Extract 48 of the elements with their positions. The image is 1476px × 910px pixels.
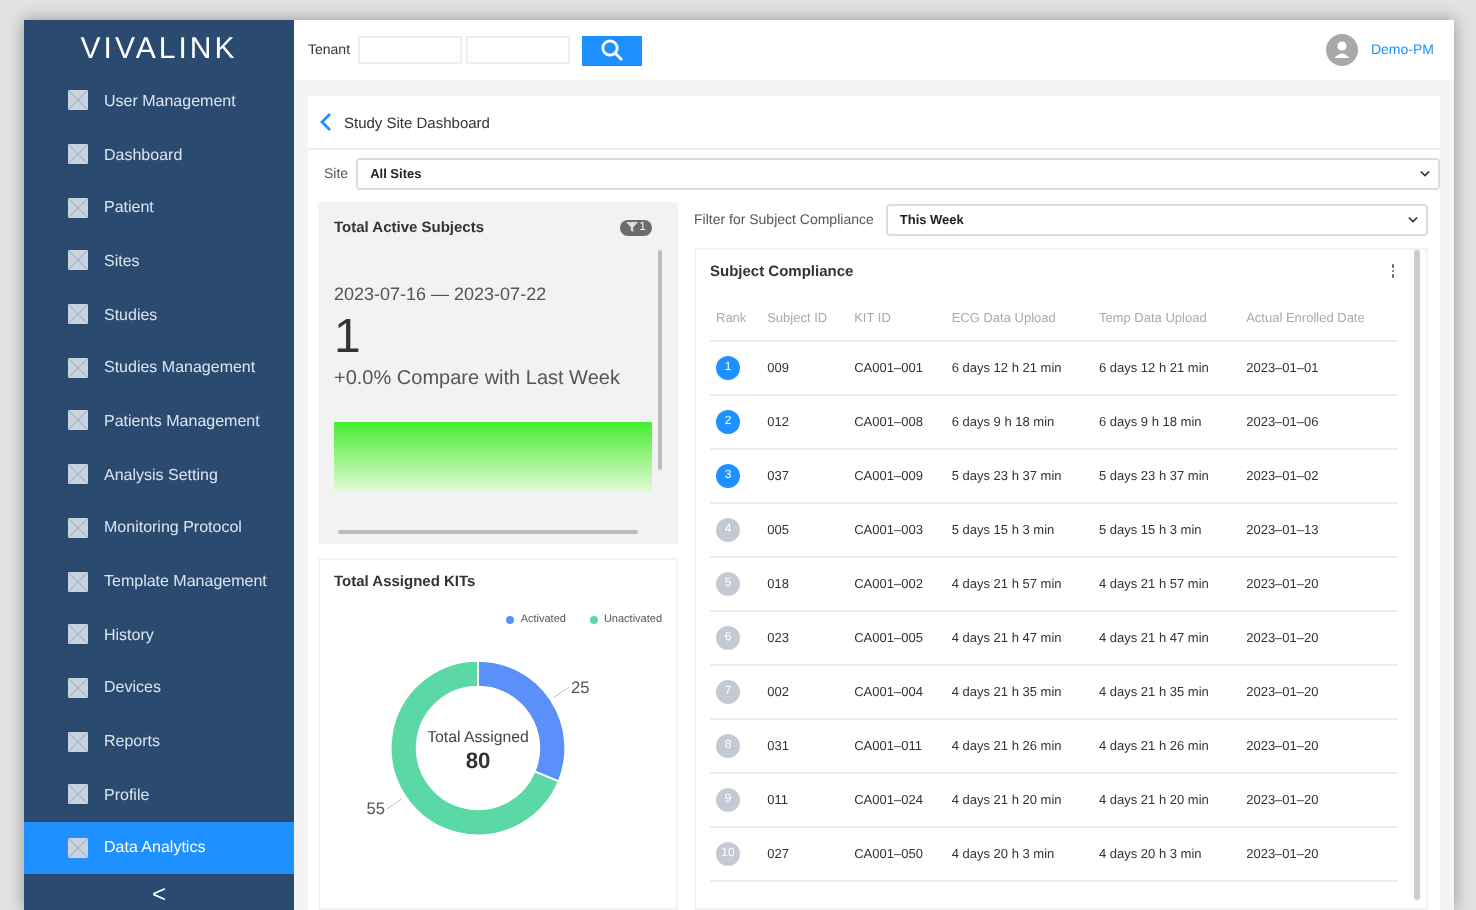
sidebar-item[interactable]: User Management <box>24 73 294 128</box>
sidebar-item[interactable]: Monitoring Protocol <box>24 500 294 555</box>
placeholder-icon <box>68 197 88 218</box>
back-icon[interactable] <box>320 112 332 132</box>
placeholder-icon <box>68 731 88 752</box>
date-range: 2023-07-16 — 2023-07-22 <box>334 284 549 304</box>
placeholder-icon <box>68 250 88 271</box>
placeholder-icon <box>68 624 88 645</box>
search-button[interactable] <box>582 35 643 65</box>
leader-line <box>386 798 403 810</box>
sidebar-item[interactable]: Patient <box>24 180 294 235</box>
placeholder-icon <box>68 304 88 325</box>
sidebar-item[interactable]: Profile <box>24 767 294 822</box>
center-value: 80 <box>465 750 491 775</box>
sidebar-item[interactable]: Devices <box>24 661 294 715</box>
avatar-icon[interactable] <box>1326 34 1359 66</box>
chevron-down-icon <box>1420 170 1430 178</box>
subject-count: 1 <box>334 312 363 364</box>
compare-text: +0.0% Compare with Last Week <box>334 368 622 390</box>
search-icon <box>600 38 625 62</box>
data-label: 25 <box>570 676 590 697</box>
scrollbar[interactable] <box>658 250 662 470</box>
sidebar-item[interactable]: Sites <box>24 234 294 288</box>
placeholder-icon <box>68 517 88 538</box>
leader-line <box>553 686 570 698</box>
sidebar-item[interactable]: Template Management <box>24 554 294 608</box>
collapse-button[interactable]: < <box>139 878 179 910</box>
placeholder-icon <box>68 464 88 485</box>
sidebar-item[interactable]: Reports <box>24 714 294 768</box>
placeholder-icon <box>68 837 88 858</box>
sidebar-item[interactable]: Studies Management <box>24 340 294 395</box>
sidebar-item[interactable]: Analysis Setting <box>24 447 294 501</box>
sidebar-item[interactable]: History <box>24 607 294 662</box>
placeholder-icon <box>68 144 88 164</box>
scrollbar[interactable] <box>1414 250 1420 900</box>
placeholder-icon <box>68 410 88 431</box>
scrollbar[interactable] <box>338 530 638 534</box>
chevron-down-icon <box>1408 216 1418 224</box>
data-label: 55 <box>366 798 386 819</box>
sidebar-item[interactable]: Dashboard <box>24 127 294 181</box>
placeholder-icon <box>68 357 88 378</box>
sidebar-item[interactable]: Patients Management <box>24 394 294 448</box>
placeholder-icon <box>68 677 88 698</box>
placeholder-icon <box>68 784 88 805</box>
placeholder-icon <box>68 571 88 591</box>
logo: VIVALINK <box>78 30 240 70</box>
sidebar-item[interactable]: Studies <box>24 287 294 341</box>
placeholder-icon <box>68 90 88 111</box>
